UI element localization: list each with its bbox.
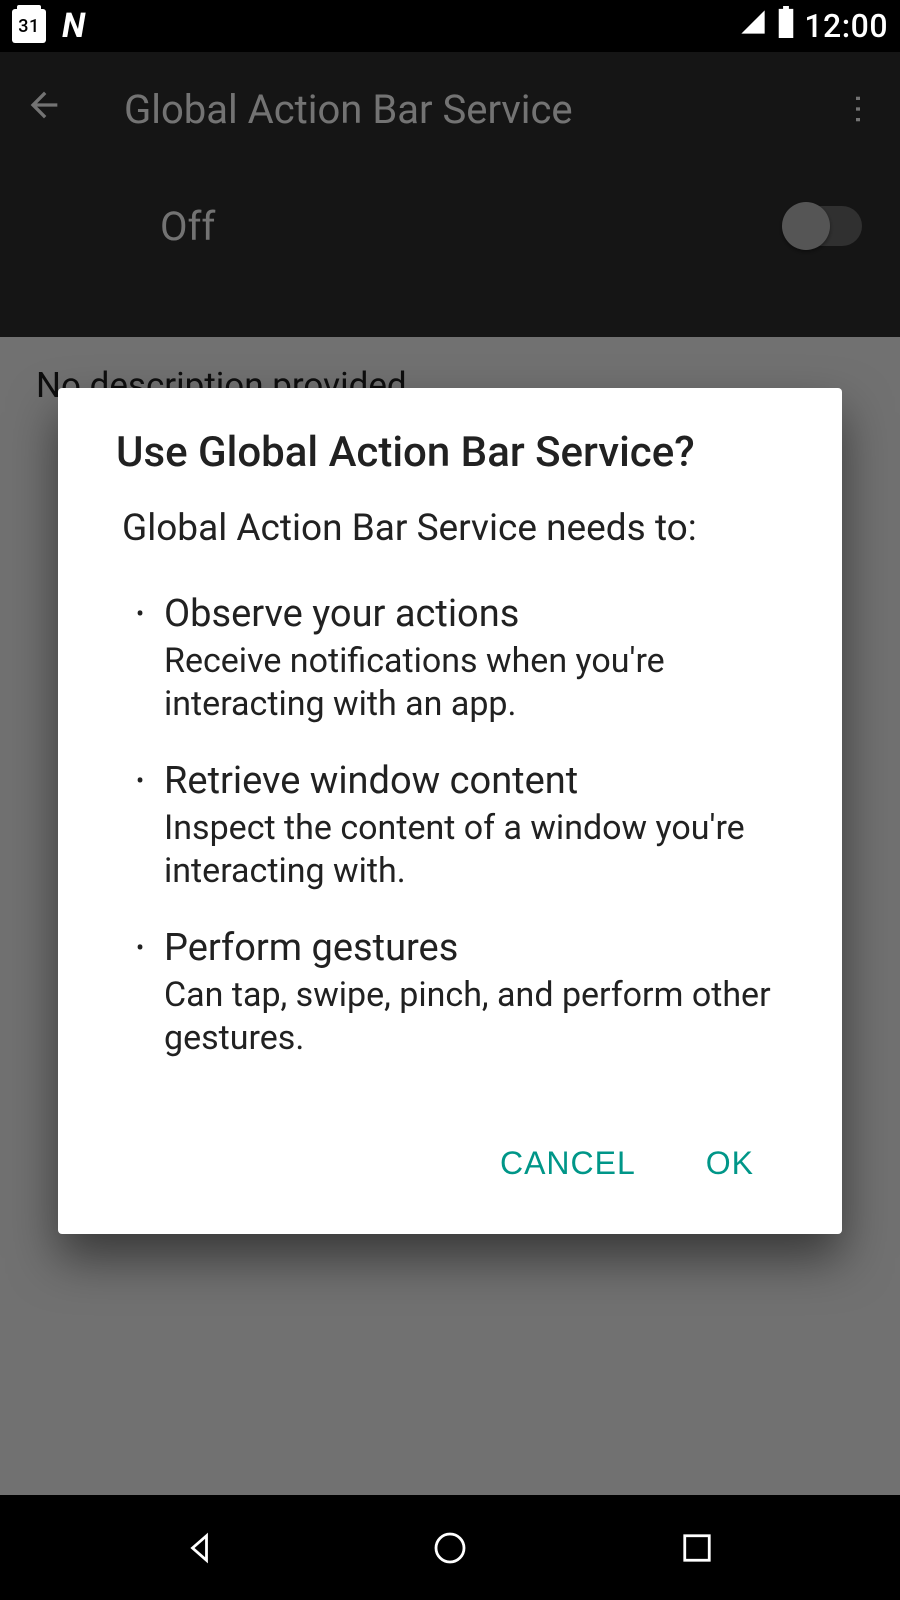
dialog-title: Use Global Action Bar Service? [110,428,790,477]
dialog-intro: Global Action Bar Service needs to: [110,507,790,550]
bullet-icon: • [110,759,164,892]
permission-desc: Inspect the content of a window you're i… [164,807,790,892]
bullet-icon: • [110,926,164,1059]
nav-back-icon[interactable] [182,1527,224,1569]
navigation-bar [0,1495,900,1600]
battery-icon [776,6,796,46]
permission-item: • Observe your actions Receive notificat… [110,592,790,725]
android-n-icon: N [62,6,86,46]
permission-title: Observe your actions [164,592,790,636]
status-bar: 31 N 12:00 [0,0,900,52]
permission-desc: Receive notifications when you're intera… [164,640,790,725]
cell-signal-icon [738,8,768,44]
permission-title: Retrieve window content [164,759,790,803]
device-frame: 31 N 12:00 Global Action Bar Service ⋯ O… [0,0,900,1600]
dialog-actions: CANCEL OK [110,1093,790,1214]
nav-recent-icon[interactable] [676,1527,718,1569]
permission-item: • Perform gestures Can tap, swipe, pinch… [110,926,790,1059]
clock: 12:00 [804,7,888,45]
calendar-icon: 31 [12,9,46,43]
bullet-icon: • [110,592,164,725]
cancel-button[interactable]: CANCEL [482,1133,654,1194]
permission-title: Perform gestures [164,926,790,970]
permission-dialog: Use Global Action Bar Service? Global Ac… [58,388,842,1234]
nav-home-icon[interactable] [429,1527,471,1569]
status-right: 12:00 [738,6,888,46]
permission-item: • Retrieve window content Inspect the co… [110,759,790,892]
status-left: 31 N [12,6,86,46]
permission-desc: Can tap, swipe, pinch, and perform other… [164,974,790,1059]
ok-button[interactable]: OK [688,1133,772,1194]
